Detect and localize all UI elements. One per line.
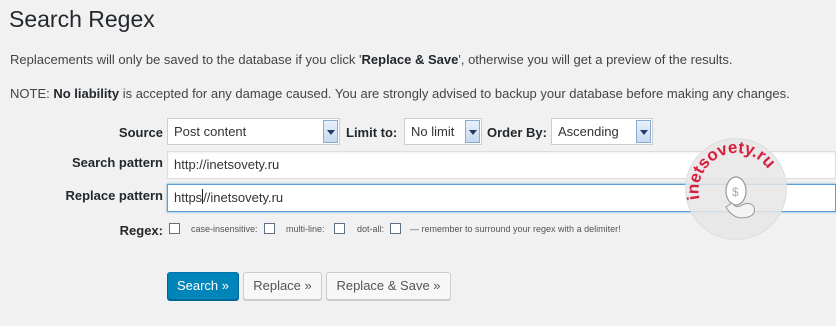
- watermark-logo: inetsovety.ru $: [683, 138, 787, 240]
- note-bold: No liability: [53, 86, 120, 101]
- regex-checkbox[interactable]: [169, 223, 180, 234]
- svg-text:$: $: [732, 185, 739, 199]
- limit-select[interactable]: No limit: [404, 118, 482, 145]
- intro-post: ', otherwise you will get a preview of t…: [458, 52, 733, 67]
- limit-value: No limit: [411, 124, 455, 139]
- replace-save-button[interactable]: Replace & Save »: [326, 272, 451, 300]
- note-pre: NOTE:: [10, 86, 54, 101]
- chevron-down-icon: [323, 120, 338, 143]
- intro-text: Replacements will only be saved to the d…: [10, 52, 733, 67]
- replace-pattern-value-start: https: [174, 190, 203, 205]
- page-title: Search Regex: [9, 6, 155, 32]
- chevron-down-icon: [636, 120, 651, 143]
- note-post: is accepted for any damage caused. You a…: [119, 86, 790, 101]
- intro-bold: Replace & Save: [361, 52, 459, 67]
- search-pattern-value: http://inetsovety.ru: [174, 157, 280, 172]
- dot-all-checkbox[interactable]: [390, 223, 401, 234]
- replace-pattern-value-end: //inetsovety.ru: [203, 190, 284, 205]
- regex-label: Regex:: [119, 223, 163, 238]
- source-select[interactable]: Post content: [167, 118, 340, 145]
- order-value: Ascending: [558, 124, 619, 139]
- replace-pattern-label: Replace pattern: [65, 188, 163, 203]
- search-button[interactable]: Search »: [167, 272, 239, 300]
- order-select[interactable]: Ascending: [551, 118, 653, 145]
- replace-button[interactable]: Replace »: [243, 272, 322, 300]
- multi-line-checkbox[interactable]: [334, 223, 345, 234]
- case-insensitive-checkbox[interactable]: [264, 223, 275, 234]
- case-insensitive-label: case-insensitive:: [191, 224, 258, 234]
- intro-pre: Replacements will only be saved to the d…: [10, 52, 362, 67]
- order-label: Order By:: [487, 125, 547, 140]
- note-text: NOTE: No liability is accepted for any d…: [10, 86, 790, 101]
- delimiter-note: — remember to surround your regex with a…: [410, 224, 621, 234]
- source-label: Source: [118, 125, 163, 140]
- multi-line-label: multi-line:: [286, 224, 325, 234]
- mouse-dollar-icon: inetsovety.ru $: [683, 138, 779, 219]
- chevron-down-icon: [465, 120, 480, 143]
- search-pattern-label: Search pattern: [71, 155, 163, 170]
- limit-label: Limit to:: [346, 125, 398, 140]
- dot-all-label: dot-all:: [357, 224, 385, 234]
- source-value: Post content: [174, 124, 247, 139]
